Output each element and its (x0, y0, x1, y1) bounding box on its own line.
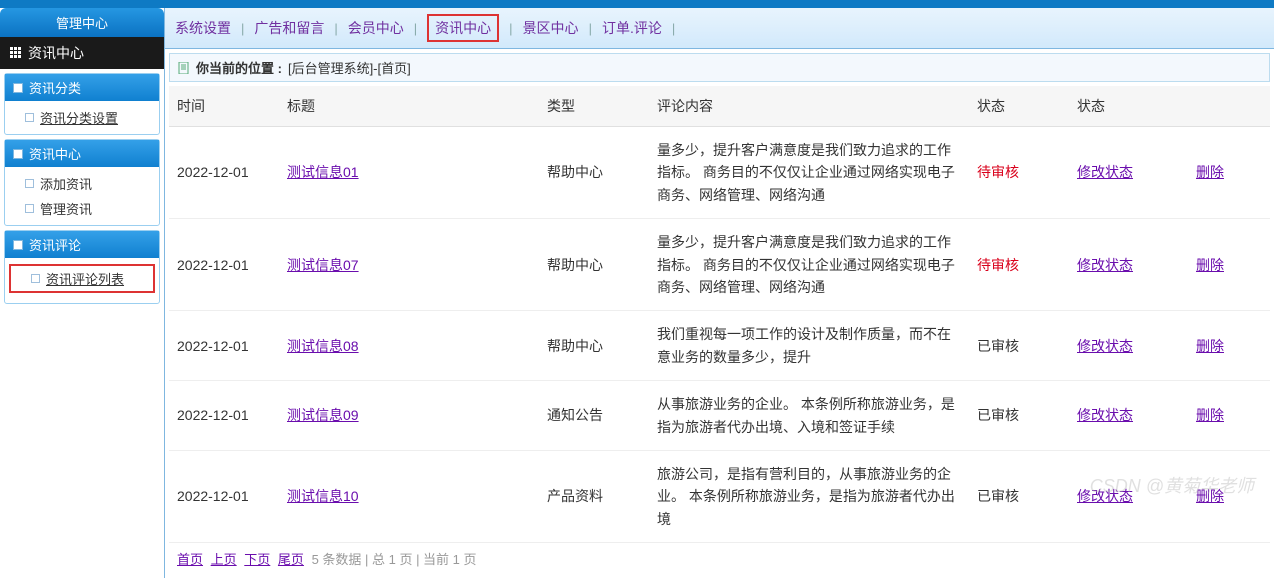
sidebar-group-header: 资讯中心 (0, 37, 164, 69)
comments-table: 时间标题类型评论内容状态状态 2022-12-01测试信息01帮助中心量多少，提… (169, 86, 1270, 543)
pager-link[interactable]: 尾页 (278, 552, 304, 567)
top-nav: 系统设置 | 广告和留言 | 会员中心 | 资讯中心 | 景区中心 | 订单.评… (165, 8, 1274, 49)
delete-link[interactable]: 删除 (1196, 407, 1224, 423)
nav-separator: | (672, 21, 675, 36)
sidebar-section-head: 资讯分类 (5, 74, 159, 101)
cell-content: 旅游公司，是指有营利目的，从事旅游业务的企业。 本条例所称旅游业务，是指为旅游者… (649, 450, 969, 542)
cell-time: 2022-12-01 (169, 450, 279, 542)
nav-separator: | (509, 21, 512, 36)
sidebar-item[interactable]: 资讯分类设置 (5, 105, 159, 130)
delete-link[interactable]: 删除 (1196, 257, 1224, 273)
sidebar-item[interactable]: 添加资讯 (5, 171, 159, 196)
column-header: 标题 (279, 86, 539, 127)
cell-type: 帮助中心 (539, 219, 649, 311)
cell-type: 帮助中心 (539, 311, 649, 381)
title-link[interactable]: 测试信息07 (287, 257, 359, 273)
delete-link[interactable]: 删除 (1196, 164, 1224, 180)
table-row: 2022-12-01 测试信息10 产品资料旅游公司，是指有营利目的，从事旅游业务的… (169, 450, 1270, 542)
delete-link[interactable]: 删除 (1196, 488, 1224, 504)
pager: 首页 上页 下页 尾页 5 条数据 | 总 1 页 | 当前 1 页 (169, 543, 1270, 574)
cell-type: 通知公告 (539, 381, 649, 451)
edit-status-link[interactable]: 修改状态 (1077, 164, 1133, 180)
table-row: 2022-12-01 测试信息01 帮助中心量多少，提升客户满意度是我们致力追求的工… (169, 127, 1270, 219)
pager-link[interactable]: 下页 (244, 552, 270, 567)
table-row: 2022-12-01 测试信息09 通知公告从事旅游业务的企业。 本条例所称旅游业务… (169, 381, 1270, 451)
square-icon (13, 240, 23, 250)
cell-status: 已审核 (969, 311, 1069, 381)
cell-type: 帮助中心 (539, 127, 649, 219)
nav-item[interactable]: 广告和留言 (254, 18, 324, 38)
sidebar-item[interactable]: 管理资讯 (5, 196, 159, 221)
nav-item[interactable]: 系统设置 (175, 18, 231, 38)
column-header: 评论内容 (649, 86, 969, 127)
cell-status: 已审核 (969, 381, 1069, 451)
breadcrumb-prefix: 你当前的位置 : (196, 58, 282, 77)
pager-link[interactable]: 上页 (211, 552, 237, 567)
cell-content: 从事旅游业务的企业。 本条例所称旅游业务，是指为旅游者代办出境、入境和签证手续 (649, 381, 969, 451)
column-header: 状态 (1069, 86, 1188, 127)
column-header: 时间 (169, 86, 279, 127)
breadcrumb: 你当前的位置 : [后台管理系统]-[首页] (169, 53, 1270, 82)
cell-type: 产品资料 (539, 450, 649, 542)
nav-separator: | (334, 21, 337, 36)
pager-info: 5 条数据 | 总 1 页 | 当前 1 页 (312, 552, 477, 567)
grid-icon (10, 47, 22, 59)
nav-item[interactable]: 资讯中心 (427, 14, 499, 42)
cell-status: 已审核 (969, 450, 1069, 542)
sidebar-title: 管理中心 (0, 8, 164, 37)
edit-status-link[interactable]: 修改状态 (1077, 257, 1133, 273)
edit-status-link[interactable]: 修改状态 (1077, 338, 1133, 354)
title-link[interactable]: 测试信息10 (287, 488, 359, 504)
title-link[interactable]: 测试信息09 (287, 407, 359, 423)
doc-icon (178, 62, 190, 74)
pager-link[interactable]: 首页 (177, 552, 203, 567)
cell-status: 待审核 (969, 127, 1069, 219)
cell-content: 量多少，提升客户满意度是我们致力追求的工作指标。 商务目的不仅仅让企业通过网络实… (649, 219, 969, 311)
nav-item[interactable]: 订单.评论 (602, 18, 662, 38)
nav-separator: | (589, 21, 592, 36)
edit-status-link[interactable]: 修改状态 (1077, 407, 1133, 423)
cell-status: 待审核 (969, 219, 1069, 311)
sidebar-section-head: 资讯评论 (5, 231, 159, 258)
title-link[interactable]: 测试信息08 (287, 338, 359, 354)
delete-link[interactable]: 删除 (1196, 338, 1224, 354)
cell-time: 2022-12-01 (169, 311, 279, 381)
nav-separator: | (241, 21, 244, 36)
cell-time: 2022-12-01 (169, 127, 279, 219)
table-row: 2022-12-01 测试信息07 帮助中心量多少，提升客户满意度是我们致力追求的工… (169, 219, 1270, 311)
square-icon (13, 149, 23, 159)
cell-content: 量多少，提升客户满意度是我们致力追求的工作指标。 商务目的不仅仅让企业通过网络实… (649, 127, 969, 219)
table-row: 2022-12-01 测试信息08 帮助中心我们重视每一项工作的设计及制作质量，而不… (169, 311, 1270, 381)
cell-content: 我们重视每一项工作的设计及制作质量，而不在意业务的数量多少，提升 (649, 311, 969, 381)
column-header: 类型 (539, 86, 649, 127)
column-header: 状态 (969, 86, 1069, 127)
sidebar-item[interactable]: 资讯评论列表 (11, 266, 153, 291)
breadcrumb-path: [后台管理系统]-[首页] (288, 58, 411, 77)
nav-separator: | (414, 21, 417, 36)
nav-item[interactable]: 会员中心 (348, 18, 404, 38)
sidebar-group-label: 资讯中心 (28, 43, 84, 63)
square-icon (25, 113, 34, 122)
square-icon (25, 179, 34, 188)
nav-item[interactable]: 景区中心 (523, 18, 579, 38)
cell-time: 2022-12-01 (169, 219, 279, 311)
square-icon (31, 274, 40, 283)
edit-status-link[interactable]: 修改状态 (1077, 488, 1133, 504)
main-area: 系统设置 | 广告和留言 | 会员中心 | 资讯中心 | 景区中心 | 订单.评… (164, 8, 1274, 578)
square-icon (25, 204, 34, 213)
sidebar: 管理中心 资讯中心 资讯分类资讯分类设置资讯中心添加资讯管理资讯资讯评论资讯评论… (0, 8, 164, 578)
cell-time: 2022-12-01 (169, 381, 279, 451)
sidebar-section-head: 资讯中心 (5, 140, 159, 167)
square-icon (13, 83, 23, 93)
title-link[interactable]: 测试信息01 (287, 164, 359, 180)
